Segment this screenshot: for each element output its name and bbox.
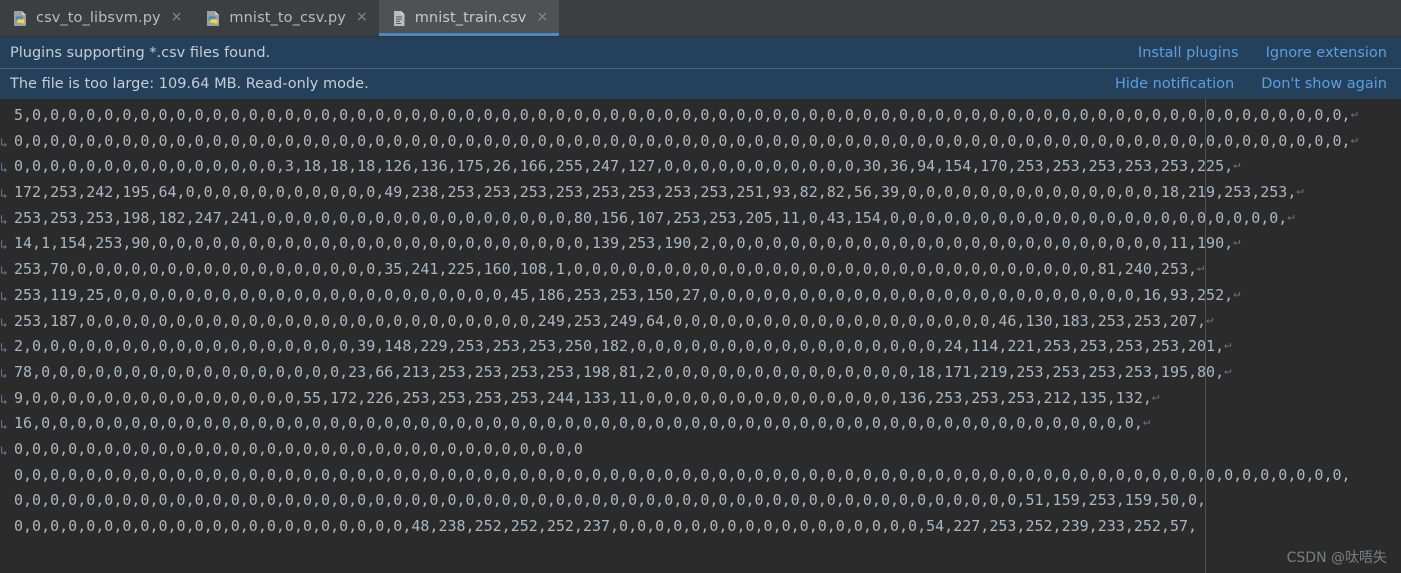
ide-window: csv_to_libsvm.py × mnist_to_csv.py × mni… xyxy=(0,0,1401,573)
code-line-text: 253,70,0,0,0,0,0,0,0,0,0,0,0,0,0,0,0,0,0… xyxy=(14,260,1198,279)
code-line: ↳ 0,0,0,0,0,0,0,0,0,0,0,0,0,0,0,0,0,0,0,0… xyxy=(0,129,1401,155)
code-line: ↳ 253,253,253,198,182,247,241,0,0,0,0,0,0… xyxy=(0,206,1401,232)
soft-wrap-start-icon: ↳ xyxy=(0,212,8,228)
code-line: ↳ 0,0,0,0,0,0,0,0,0,0,0,0,0,0,0,0,0,0,0,0… xyxy=(0,437,1401,463)
notification-actions: Install plugins Ignore extension xyxy=(1138,45,1387,61)
close-icon[interactable]: × xyxy=(354,8,370,28)
code-line: ↳ 172,253,242,195,64,0,0,0,0,0,0,0,0,0,0,… xyxy=(0,180,1401,206)
code-line-text: 253,187,0,0,0,0,0,0,0,0,0,0,0,0,0,0,0,0,… xyxy=(14,311,1207,330)
code-line-text: 5,0,0,0,0,0,0,0,0,0,0,0,0,0,0,0,0,0,0,0,… xyxy=(14,106,1351,124)
code-line: ↳ 253,119,25,0,0,0,0,0,0,0,0,0,0,0,0,0,0,… xyxy=(0,283,1401,309)
code-line: 5,0,0,0,0,0,0,0,0,0,0,0,0,0,0,0,0,0,0,0,… xyxy=(0,103,1401,129)
soft-wrap-start-icon: ↳ xyxy=(0,443,8,459)
notification-message: The file is too large: 109.64 MB. Read-o… xyxy=(10,76,369,92)
editor-tab-label: csv_to_libsvm.py xyxy=(36,10,161,26)
soft-wrap-end-icon: ↵ xyxy=(1142,414,1151,429)
soft-wrap-start-icon: ↳ xyxy=(0,315,8,331)
csdn-watermark: CSDN @呔唔失 xyxy=(1286,550,1387,566)
code-line: ↳ 253,187,0,0,0,0,0,0,0,0,0,0,0,0,0,0,0,0… xyxy=(0,309,1401,335)
code-line: ↳ 0,0,0,0,0,0,0,0,0,0,0,0,0,0,0,3,18,18,1… xyxy=(0,154,1401,180)
soft-wrap-start-icon: ↳ xyxy=(0,264,8,280)
code-line: 0,0,0,0,0,0,0,0,0,0,0,0,0,0,0,0,0,0,0,0,… xyxy=(0,488,1401,514)
soft-wrap-start-icon: ↳ xyxy=(0,341,8,357)
code-line-text: 0,0,0,0,0,0,0,0,0,0,0,0,0,0,0,0,0,0,0,0,… xyxy=(14,465,1351,484)
soft-wrap-end-icon: ↵ xyxy=(1233,157,1241,172)
code-line-text: 0,0,0,0,0,0,0,0,0,0,0,0,0,0,0,0,0,0,0,0,… xyxy=(14,491,1207,510)
soft-wrap-end-icon: ↵ xyxy=(1350,106,1358,120)
python-file-icon xyxy=(205,10,221,27)
soft-wrap-start-icon: ↳ xyxy=(0,238,8,254)
close-icon[interactable]: × xyxy=(169,8,185,28)
soft-wrap-start-icon: ↳ xyxy=(0,289,8,305)
code-line-text: 253,253,253,198,182,247,241,0,0,0,0,0,0,… xyxy=(14,208,1288,227)
soft-wrap-start-icon: ↳ xyxy=(0,161,8,177)
code-line-text: 78,0,0,0,0,0,0,0,0,0,0,0,0,0,0,0,0,0,23,… xyxy=(14,362,1225,381)
editor-tab-mnist-train-csv[interactable]: mnist_train.csv × xyxy=(378,0,560,36)
soft-wrap-start-icon: ↳ xyxy=(0,187,8,203)
soft-wrap-end-icon: ↵ xyxy=(1197,260,1205,275)
soft-wrap-end-icon: ↵ xyxy=(1296,183,1304,198)
editor-tab-label: mnist_to_csv.py xyxy=(229,10,346,26)
editor-tab-bar: csv_to_libsvm.py × mnist_to_csv.py × mni… xyxy=(0,0,1401,37)
soft-wrap-end-icon: ↵ xyxy=(1206,311,1214,326)
code-line-text: 253,119,25,0,0,0,0,0,0,0,0,0,0,0,0,0,0,0… xyxy=(14,285,1234,304)
text-file-icon xyxy=(391,10,407,27)
code-line-text: 0,0,0,0,0,0,0,0,0,0,0,0,0,0,0,0,0,0,0,0,… xyxy=(14,439,583,458)
code-line-text: 0,0,0,0,0,0,0,0,0,0,0,0,0,0,0,0,0,0,0,0,… xyxy=(14,517,1198,535)
code-line-text: 0,0,0,0,0,0,0,0,0,0,0,0,0,0,0,0,0,0,0,0,… xyxy=(14,131,1351,150)
soft-wrap-start-icon: ↳ xyxy=(0,418,8,434)
notification-plugins-supporting-csv: Plugins supporting *.csv files found. In… xyxy=(0,37,1401,68)
code-line-text: 172,253,242,195,64,0,0,0,0,0,0,0,0,0,0,0… xyxy=(14,183,1297,202)
code-line-text: 0,0,0,0,0,0,0,0,0,0,0,0,0,0,0,3,18,18,18… xyxy=(14,157,1234,176)
install-plugins-link[interactable]: Install plugins xyxy=(1138,45,1239,61)
code-line-text: 16,0,0,0,0,0,0,0,0,0,0,0,0,0,0,0,0,0,0,0… xyxy=(14,414,1143,433)
code-line: ↳ 78,0,0,0,0,0,0,0,0,0,0,0,0,0,0,0,0,0,23… xyxy=(0,360,1401,386)
soft-wrap-end-icon: ↵ xyxy=(1287,208,1295,223)
dont-show-again-link[interactable]: Don't show again xyxy=(1261,76,1387,92)
notification-file-too-large: The file is too large: 109.64 MB. Read-o… xyxy=(0,68,1401,99)
soft-wrap-end-icon: ↵ xyxy=(1350,131,1358,146)
ignore-extension-link[interactable]: Ignore extension xyxy=(1266,45,1387,61)
notification-message: Plugins supporting *.csv files found. xyxy=(10,44,271,61)
code-line-text: 9,0,0,0,0,0,0,0,0,0,0,0,0,0,0,0,55,172,2… xyxy=(14,388,1152,407)
code-line-text: 14,1,154,253,90,0,0,0,0,0,0,0,0,0,0,0,0,… xyxy=(14,234,1234,253)
soft-wrap-end-icon: ↵ xyxy=(1233,285,1241,300)
editor-tab-csv-to-libsvm-py[interactable]: csv_to_libsvm.py × xyxy=(0,0,194,36)
code-line-text: 2,0,0,0,0,0,0,0,0,0,0,0,0,0,0,0,0,0,0,39… xyxy=(14,337,1225,356)
hide-notification-link[interactable]: Hide notification xyxy=(1115,76,1234,92)
code-line: ↳ 2,0,0,0,0,0,0,0,0,0,0,0,0,0,0,0,0,0,0,3… xyxy=(0,334,1401,360)
csv-content[interactable]: 5,0,0,0,0,0,0,0,0,0,0,0,0,0,0,0,0,0,0,0,… xyxy=(0,103,1401,540)
soft-wrap-end-icon: ↵ xyxy=(1233,234,1241,249)
code-line: ↳ 14,1,154,253,90,0,0,0,0,0,0,0,0,0,0,0,0… xyxy=(0,231,1401,257)
code-line: 0,0,0,0,0,0,0,0,0,0,0,0,0,0,0,0,0,0,0,0,… xyxy=(0,514,1401,540)
code-line: 0,0,0,0,0,0,0,0,0,0,0,0,0,0,0,0,0,0,0,0,… xyxy=(0,463,1401,489)
editor-tab-label: mnist_train.csv xyxy=(414,10,527,26)
editor-tab-mnist-to-csv-py[interactable]: mnist_to_csv.py × xyxy=(193,0,379,36)
code-line: ↳ 253,70,0,0,0,0,0,0,0,0,0,0,0,0,0,0,0,0,… xyxy=(0,257,1401,283)
code-line: ↳ 9,0,0,0,0,0,0,0,0,0,0,0,0,0,0,0,55,172,… xyxy=(0,386,1401,412)
soft-wrap-start-icon: ↳ xyxy=(0,392,8,408)
soft-wrap-start-icon: ↳ xyxy=(0,135,8,151)
notification-actions: Hide notification Don't show again xyxy=(1115,76,1387,92)
code-line: ↳ 16,0,0,0,0,0,0,0,0,0,0,0,0,0,0,0,0,0,0,… xyxy=(0,411,1401,437)
soft-wrap-end-icon: ↵ xyxy=(1224,362,1232,377)
soft-wrap-end-icon: ↵ xyxy=(1224,337,1232,352)
soft-wrap-start-icon: ↳ xyxy=(0,366,8,382)
python-file-icon xyxy=(12,10,28,27)
soft-wrap-end-icon: ↵ xyxy=(1151,388,1160,403)
close-icon[interactable]: × xyxy=(535,8,551,28)
editor-text-area[interactable]: 5,0,0,0,0,0,0,0,0,0,0,0,0,0,0,0,0,0,0,0,… xyxy=(0,99,1401,573)
